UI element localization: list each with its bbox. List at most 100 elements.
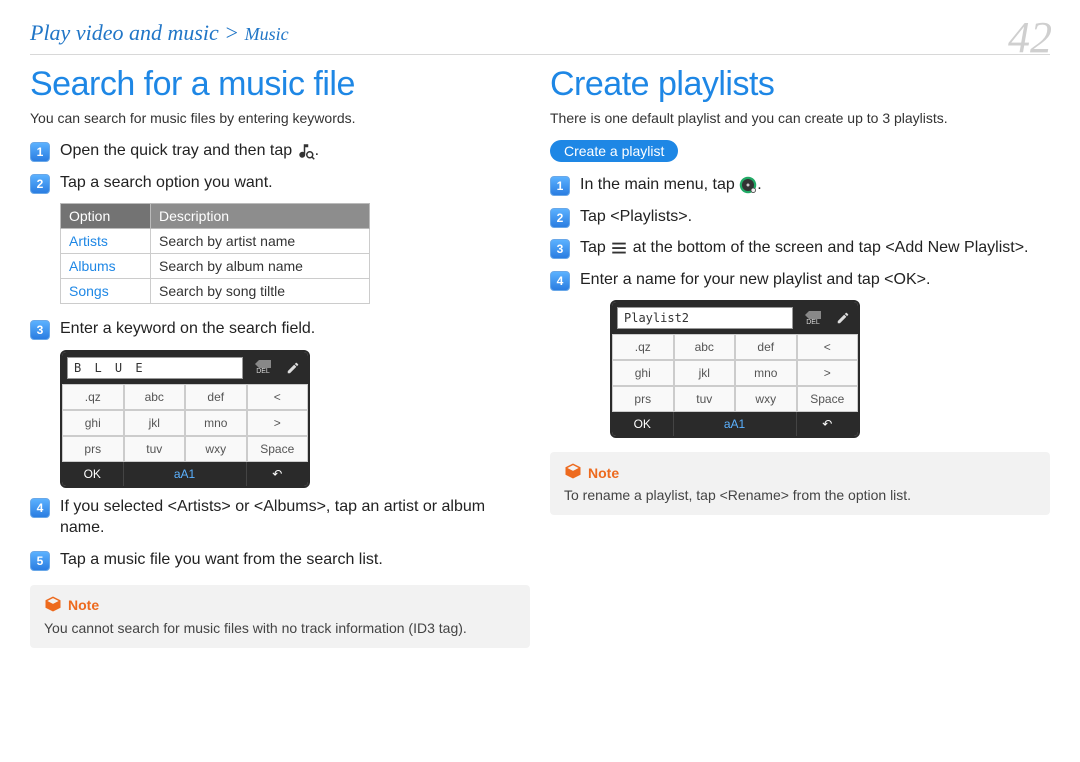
cell-desc: Search by song tiltle	[151, 279, 370, 304]
keypad-key: >	[247, 410, 309, 436]
step-3-left: 3 Enter a keyword on the search field.	[30, 318, 530, 340]
step-text: In the main menu, tap	[580, 176, 739, 193]
keypad-ok: OK	[62, 462, 124, 486]
keypad-key: def	[185, 384, 247, 410]
step-text-tail: .	[757, 176, 761, 193]
delete-icon: DEL	[248, 352, 278, 384]
pencil-icon	[828, 302, 858, 334]
keypad-key: prs	[612, 386, 674, 412]
keypad-key: .qz	[612, 334, 674, 360]
step-4-left: 4 If you selected <Artists> or <Albums>,…	[30, 496, 530, 539]
cell-desc: Search by artist name	[151, 229, 370, 254]
step-2-right: 2 Tap <Playlists>.	[550, 206, 1050, 228]
step-text: Enter a keyword on the search field.	[60, 320, 315, 337]
cell-opt: Songs	[61, 279, 151, 304]
keypad-key: wxy	[735, 386, 797, 412]
keypad-key: >	[797, 360, 859, 386]
keypad-illustration-left: B L U E DEL .qz abc def < ghi jkl mno > …	[60, 350, 310, 488]
table-row: ArtistsSearch by artist name	[61, 229, 370, 254]
step-text: Tap	[580, 239, 610, 256]
divider	[30, 54, 1050, 55]
page-number: 42	[1008, 12, 1052, 63]
step-badge: 5	[30, 551, 50, 571]
step-badge: 1	[30, 142, 50, 162]
keypad-key: mno	[735, 360, 797, 386]
left-column: Search for a music file You can search f…	[30, 65, 530, 648]
keypad-key: abc	[674, 334, 736, 360]
step-badge: 3	[30, 320, 50, 340]
step-text: Enter a name for your new playlist and t…	[580, 271, 930, 288]
step-1-right: 1 In the main menu, tap .	[550, 174, 1050, 196]
step-3-right: 3 Tap at the bottom of the screen and ta…	[550, 237, 1050, 259]
cell-opt: Albums	[61, 254, 151, 279]
step-text: If you selected <Artists> or <Albums>, t…	[60, 498, 485, 537]
cell-opt: Artists	[61, 229, 151, 254]
keypad-key: abc	[124, 384, 186, 410]
options-table: Option Description ArtistsSearch by arti…	[60, 203, 370, 304]
keypad-key: wxy	[185, 436, 247, 462]
step-text: Open the quick tray and then tap	[60, 142, 297, 159]
step-text: Tap a music file you want from the searc…	[60, 551, 383, 568]
music-search-icon	[297, 142, 315, 160]
note-box-right: Note To rename a playlist, tap <Rename> …	[550, 452, 1050, 515]
step-text: Tap a search option you want.	[60, 174, 273, 191]
section-intro-playlists: There is one default playlist and you ca…	[550, 110, 1050, 126]
note-text: To rename a playlist, tap <Rename> from …	[564, 487, 1036, 503]
cell-desc: Search by album name	[151, 254, 370, 279]
section-title-search: Search for a music file	[30, 65, 530, 104]
menu-lines-icon	[610, 239, 628, 257]
keypad-key: tuv	[124, 436, 186, 462]
section-intro-search: You can search for music files by enteri…	[30, 110, 530, 126]
step-badge: 4	[550, 271, 570, 291]
back-icon: ↶	[247, 462, 309, 486]
step-badge: 3	[550, 239, 570, 259]
note-label-text: Note	[588, 465, 619, 481]
keypad-key: Space	[797, 386, 859, 412]
table-head-option: Option	[61, 204, 151, 229]
keypad-key: ghi	[612, 360, 674, 386]
step-4-right: 4 Enter a name for your new playlist and…	[550, 269, 1050, 291]
step-badge: 1	[550, 176, 570, 196]
breadcrumb-main: Play video and music >	[30, 20, 239, 45]
subheading-create-playlist: Create a playlist	[550, 140, 678, 162]
note-label-text: Note	[68, 597, 99, 613]
keypad-key: ghi	[62, 410, 124, 436]
keypad-illustration-right: Playlist2 DEL .qz abc def < ghi jkl mno …	[610, 300, 860, 438]
keypad-key: jkl	[674, 360, 736, 386]
pencil-icon	[278, 352, 308, 384]
back-icon: ↶	[797, 412, 859, 436]
right-column: Create playlists There is one default pl…	[550, 65, 1050, 648]
note-text: You cannot search for music files with n…	[44, 620, 516, 636]
note-label: Note	[564, 462, 619, 483]
step-text: Tap <Playlists>.	[580, 208, 692, 225]
keypad-mode: aA1	[124, 462, 247, 486]
keypad-key: <	[247, 384, 309, 410]
keypad-mode: aA1	[674, 412, 797, 436]
breadcrumb: Play video and music > Music	[30, 20, 1050, 46]
table-row: AlbumsSearch by album name	[61, 254, 370, 279]
keypad-key: .qz	[62, 384, 124, 410]
keypad-key: prs	[62, 436, 124, 462]
keypad-key: def	[735, 334, 797, 360]
music-app-icon	[739, 176, 757, 194]
step-badge: 2	[550, 208, 570, 228]
keypad-input: Playlist2	[617, 307, 793, 329]
keypad-key: Space	[247, 436, 309, 462]
keypad-key: mno	[185, 410, 247, 436]
keypad-key: tuv	[674, 386, 736, 412]
step-1-left: 1 Open the quick tray and then tap .	[30, 140, 530, 162]
step-badge: 4	[30, 498, 50, 518]
section-title-playlists: Create playlists	[550, 65, 1050, 104]
delete-icon: DEL	[798, 302, 828, 334]
note-box-left: Note You cannot search for music files w…	[30, 585, 530, 648]
cube-icon	[44, 595, 62, 616]
keypad-key: <	[797, 334, 859, 360]
table-row: SongsSearch by song tiltle	[61, 279, 370, 304]
keypad-key: jkl	[124, 410, 186, 436]
step-2-left: 2 Tap a search option you want.	[30, 172, 530, 194]
breadcrumb-sub: Music	[245, 24, 289, 44]
keypad-ok: OK	[612, 412, 674, 436]
step-text-tail: .	[315, 142, 319, 159]
note-label: Note	[44, 595, 99, 616]
step-5-left: 5 Tap a music file you want from the sea…	[30, 549, 530, 571]
